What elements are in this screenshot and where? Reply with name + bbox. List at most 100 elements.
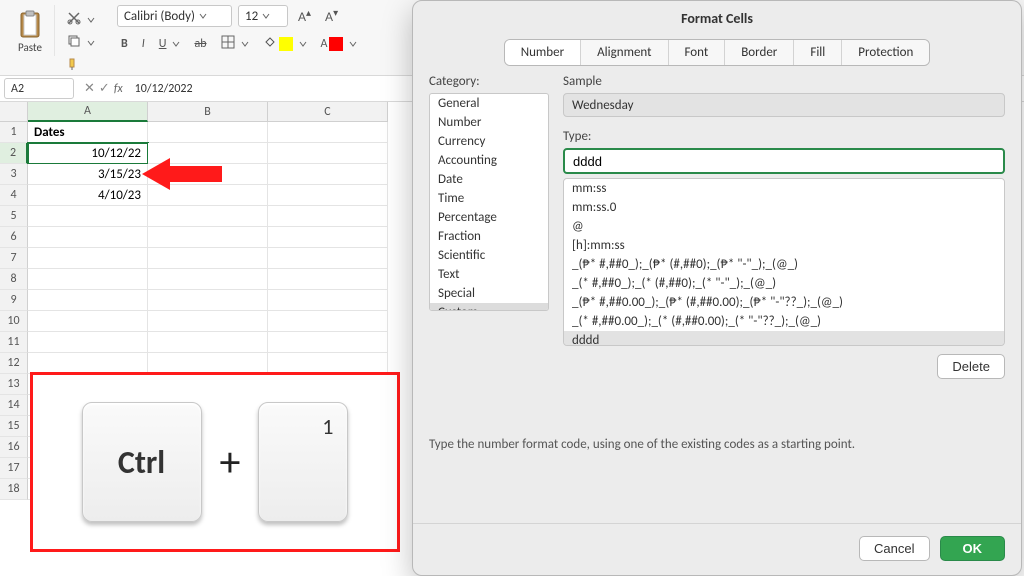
- row-header[interactable]: 14: [0, 395, 28, 416]
- cell-A6[interactable]: [28, 227, 148, 248]
- type-item[interactable]: mm:ss.0: [564, 198, 1004, 217]
- cell-B5[interactable]: [148, 206, 268, 227]
- category-item[interactable]: Custom: [430, 303, 548, 311]
- row-header[interactable]: 17: [0, 458, 28, 479]
- category-item[interactable]: Number: [430, 113, 548, 132]
- cell-C1[interactable]: [268, 122, 388, 143]
- tab-protection[interactable]: Protection: [842, 40, 929, 65]
- cell-C12[interactable]: [268, 353, 388, 374]
- fill-color-button[interactable]: [259, 34, 311, 53]
- row-header[interactable]: 4: [0, 185, 28, 206]
- category-item[interactable]: General: [430, 94, 548, 113]
- delete-button[interactable]: Delete: [937, 354, 1005, 379]
- cell-A11[interactable]: [28, 332, 148, 353]
- name-box[interactable]: A2: [4, 78, 74, 99]
- cell-A3[interactable]: 3/15/23: [28, 164, 148, 185]
- row-header[interactable]: 13: [0, 374, 28, 395]
- ok-button[interactable]: OK: [940, 536, 1006, 561]
- cell-C3[interactable]: [268, 164, 388, 185]
- cut-button[interactable]: [63, 9, 99, 30]
- category-list[interactable]: GeneralNumberCurrencyAccountingDateTimeP…: [429, 93, 549, 311]
- row-header[interactable]: 15: [0, 416, 28, 437]
- cancel-button[interactable]: Cancel: [859, 536, 929, 561]
- cell-A10[interactable]: [28, 311, 148, 332]
- decrease-font-button[interactable]: A▾: [321, 6, 342, 26]
- row-header[interactable]: 10: [0, 311, 28, 332]
- type-input[interactable]: [563, 148, 1005, 174]
- copy-button[interactable]: [63, 32, 99, 53]
- row-header[interactable]: 7: [0, 248, 28, 269]
- font-color-button[interactable]: A: [317, 35, 362, 53]
- cell-B12[interactable]: [148, 353, 268, 374]
- cell-A7[interactable]: [28, 248, 148, 269]
- row-header[interactable]: 5: [0, 206, 28, 227]
- category-item[interactable]: Time: [430, 189, 548, 208]
- cell-B1[interactable]: [148, 122, 268, 143]
- bold-button[interactable]: B: [117, 35, 132, 53]
- row-header[interactable]: 9: [0, 290, 28, 311]
- cell-A8[interactable]: [28, 269, 148, 290]
- cell-A4[interactable]: 4/10/23: [28, 185, 148, 206]
- cell-A2[interactable]: 10/12/22: [28, 143, 148, 164]
- category-item[interactable]: Fraction: [430, 227, 548, 246]
- category-item[interactable]: Special: [430, 284, 548, 303]
- tab-fill[interactable]: Fill: [794, 40, 842, 65]
- cell-A9[interactable]: [28, 290, 148, 311]
- category-item[interactable]: Accounting: [430, 151, 548, 170]
- row-header[interactable]: 12: [0, 353, 28, 374]
- cell-B3[interactable]: [148, 164, 268, 185]
- cell-B4[interactable]: [148, 185, 268, 206]
- cancel-formula-icon[interactable]: ✕: [84, 81, 95, 96]
- cell-C6[interactable]: [268, 227, 388, 248]
- cell-C10[interactable]: [268, 311, 388, 332]
- row-header[interactable]: 18: [0, 479, 28, 500]
- type-item[interactable]: @: [564, 217, 1004, 236]
- type-item[interactable]: mm:ss: [564, 179, 1004, 198]
- cell-B2[interactable]: [148, 143, 268, 164]
- accept-formula-icon[interactable]: ✓: [99, 81, 110, 96]
- type-item[interactable]: _(* #,##0_);_(* (#,##0);_(* "-"_);_(@_): [564, 274, 1004, 293]
- col-header-b[interactable]: B: [148, 102, 268, 122]
- cell-B8[interactable]: [148, 269, 268, 290]
- row-header[interactable]: 1: [0, 122, 28, 143]
- col-header-c[interactable]: C: [268, 102, 388, 122]
- cell-A1[interactable]: Dates: [28, 122, 148, 143]
- tab-number[interactable]: Number: [505, 40, 581, 65]
- cell-C5[interactable]: [268, 206, 388, 227]
- cell-B6[interactable]: [148, 227, 268, 248]
- cell-B7[interactable]: [148, 248, 268, 269]
- row-header[interactable]: 16: [0, 437, 28, 458]
- increase-font-button[interactable]: A▴: [294, 6, 315, 26]
- tab-font[interactable]: Font: [669, 40, 726, 65]
- cell-C2[interactable]: [268, 143, 388, 164]
- format-painter-button[interactable]: [63, 55, 85, 76]
- row-header[interactable]: 11: [0, 332, 28, 353]
- row-header[interactable]: 3: [0, 164, 28, 185]
- cell-A12[interactable]: [28, 353, 148, 374]
- underline-button[interactable]: U: [155, 35, 185, 53]
- strikethrough-button[interactable]: ab: [190, 35, 210, 53]
- cell-A5[interactable]: [28, 206, 148, 227]
- type-item[interactable]: [h]:mm:ss: [564, 236, 1004, 255]
- font-size-dropdown[interactable]: 12: [238, 5, 288, 27]
- select-all-corner[interactable]: [0, 102, 28, 122]
- cell-B11[interactable]: [148, 332, 268, 353]
- category-item[interactable]: Scientific: [430, 246, 548, 265]
- category-item[interactable]: Date: [430, 170, 548, 189]
- col-header-a[interactable]: A: [28, 102, 148, 122]
- type-item[interactable]: _(₱* #,##0_);_(₱* (#,##0);_(₱* "-"_);_(@…: [564, 255, 1004, 274]
- type-list[interactable]: mm:ssmm:ss.0@[h]:mm:ss_(₱* #,##0_);_(₱* …: [563, 178, 1005, 346]
- cell-B10[interactable]: [148, 311, 268, 332]
- row-header[interactable]: 6: [0, 227, 28, 248]
- borders-button[interactable]: [217, 33, 253, 54]
- cell-C9[interactable]: [268, 290, 388, 311]
- row-header[interactable]: 8: [0, 269, 28, 290]
- tab-alignment[interactable]: Alignment: [581, 40, 668, 65]
- cell-C11[interactable]: [268, 332, 388, 353]
- category-item[interactable]: Currency: [430, 132, 548, 151]
- category-item[interactable]: Text: [430, 265, 548, 284]
- cell-C7[interactable]: [268, 248, 388, 269]
- type-item[interactable]: _(₱* #,##0.00_);_(₱* (#,##0.00);_(₱* "-"…: [564, 293, 1004, 312]
- type-item[interactable]: dddd: [564, 331, 1004, 346]
- row-header[interactable]: 2: [0, 143, 28, 164]
